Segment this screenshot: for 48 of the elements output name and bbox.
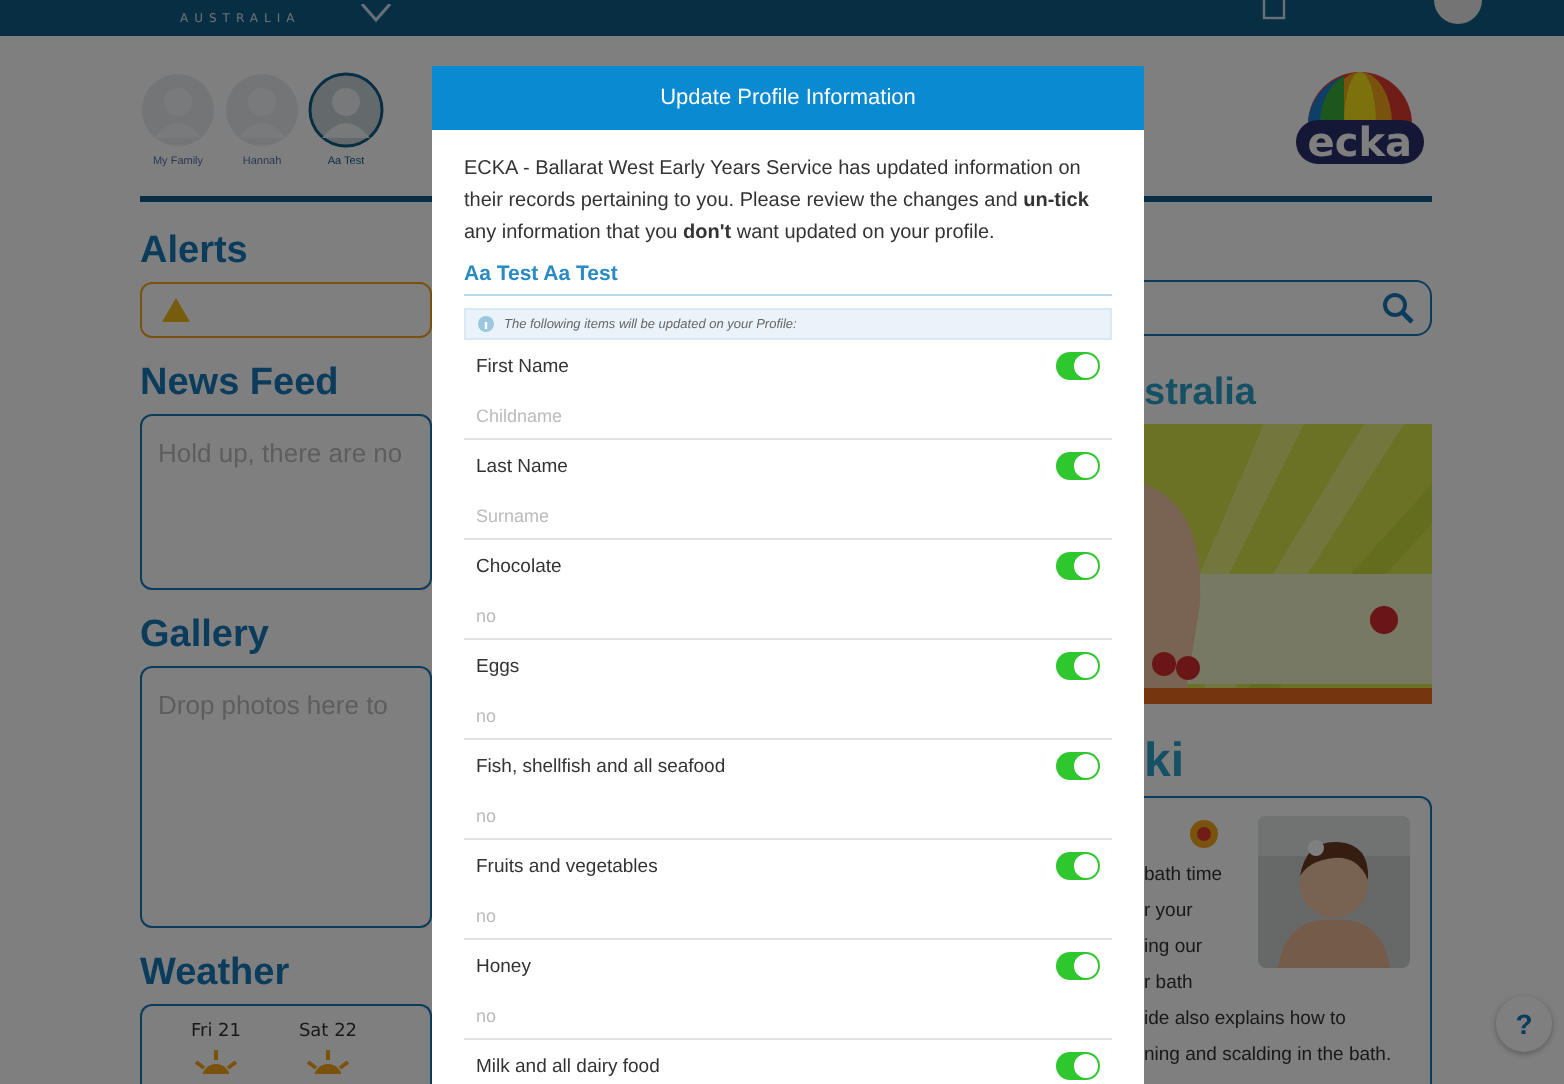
logo: ecka [1295, 64, 1424, 164]
toggle-switch[interactable] [1056, 552, 1100, 580]
field-label: First Name [476, 355, 569, 377]
field-value: no [476, 806, 499, 826]
toggle-switch[interactable] [1056, 1052, 1100, 1080]
article-text: ing our [1144, 934, 1203, 962]
section-heading: stralia [1144, 372, 1258, 416]
search-icon[interactable] [1382, 292, 1414, 324]
toggle-switch[interactable] [1056, 952, 1100, 980]
field-value: Surname [476, 506, 552, 526]
article-text: ning and scalding in the bath. [1144, 1042, 1392, 1070]
info-icon [478, 316, 494, 332]
section-heading: Weather [140, 952, 292, 996]
article-text: r bath [1144, 970, 1193, 998]
field-label: Milk and all dairy food [476, 1055, 660, 1077]
field-label: Eggs [476, 655, 520, 677]
field-value: no [476, 906, 499, 926]
help-button[interactable]: ? [1496, 996, 1552, 1052]
section-heading: Gallery [140, 614, 271, 658]
toggle-switch[interactable] [1056, 652, 1100, 680]
toggle-switch[interactable] [1056, 752, 1100, 780]
section-heading: News Feed [140, 362, 341, 406]
person-name: Aa Test Aa Test [464, 250, 1112, 296]
toggle-switch[interactable] [1056, 852, 1100, 880]
field-label: Fish, shellfish and all seafood [476, 755, 726, 777]
field-label: Last Name [476, 455, 568, 477]
toggle-switch[interactable] [1056, 352, 1100, 380]
field-value: no [476, 606, 499, 626]
day-label: Sat 22 [298, 1022, 358, 1042]
field-label: Honey [476, 955, 531, 977]
section-heading: ki [1144, 736, 1187, 788]
warning-icon [162, 298, 190, 322]
section-heading: Alerts [140, 230, 250, 274]
intro-text: ECKA - Ballarat West Early Years Service has updated information on their records pertaining to you. Please review the changes and un-tick any information that you don't want updated on your profile. [464, 156, 1091, 248]
article-text: bath time [1144, 862, 1223, 890]
search-field[interactable] [1144, 280, 1432, 336]
day-label: Fri 21 [190, 1022, 242, 1042]
article-text: ide also explains how to [1144, 1006, 1346, 1034]
field-value: no [476, 706, 499, 726]
field-value: Childname [476, 406, 565, 426]
field-label: Fruits and vegetables [476, 855, 658, 877]
toggle-switch[interactable] [1056, 452, 1100, 480]
field-value: no [476, 1006, 499, 1026]
field-label: Chocolate [476, 555, 562, 577]
user-avatar-icon[interactable] [1434, 0, 1483, 24]
modal-title: Update Profile Information [660, 86, 916, 110]
article-text: r your [1144, 898, 1193, 926]
sun-badge-icon [1188, 818, 1220, 850]
